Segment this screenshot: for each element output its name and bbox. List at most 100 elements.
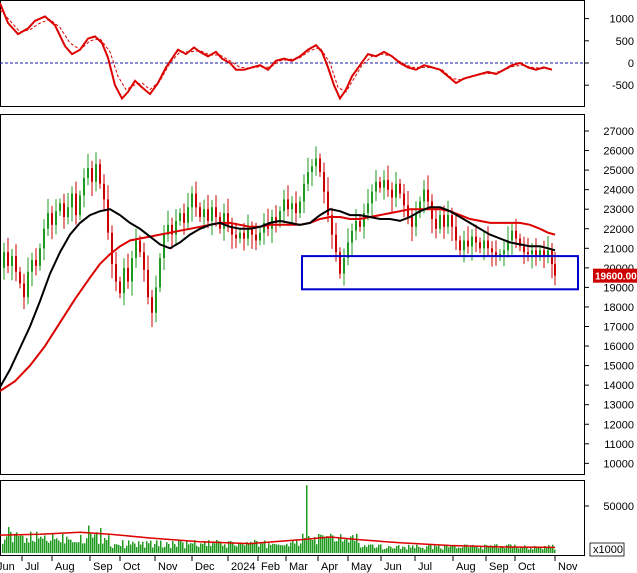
price-tick-label: 22000: [603, 224, 634, 236]
candle-body: [147, 269, 149, 298]
candle-body: [131, 258, 133, 282]
volume-bar: [540, 547, 542, 553]
candle-body: [299, 201, 301, 214]
volume-bar: [72, 542, 74, 553]
volume-tick-label: 50000: [603, 501, 634, 513]
volume-bar: [482, 549, 484, 553]
volume-bar: [196, 545, 198, 553]
candle-body: [475, 236, 477, 243]
candle-body: [323, 172, 325, 192]
volume-bar: [454, 545, 456, 553]
oscillator-y-axis: 1000 500 0 -500: [584, 14, 634, 92]
volume-bar: [356, 533, 358, 553]
volume-bar: [20, 534, 22, 553]
volume-bar: [378, 544, 380, 553]
candle-body: [455, 226, 457, 241]
volume-bar: [424, 549, 426, 553]
volume-bar: [124, 548, 126, 553]
volume-bar: [88, 525, 90, 553]
volume-bar: [468, 547, 470, 553]
volume-bar: [244, 545, 246, 553]
oscillator-main-line: [0, 2, 553, 101]
candle-body: [87, 168, 89, 178]
candle-body: [435, 219, 437, 229]
candle-body: [411, 217, 413, 227]
volume-bar: [338, 538, 340, 553]
candle-body: [191, 193, 193, 208]
candle-body: [107, 199, 109, 233]
candle-body: [479, 242, 481, 249]
volume-bar: [252, 542, 254, 553]
volume-bar: [152, 547, 154, 553]
volume-bar: [98, 543, 100, 553]
candle-body: [487, 240, 489, 249]
last-price-label: 19600.00: [595, 272, 637, 283]
candle-body: [83, 177, 85, 196]
volume-bar: [202, 543, 204, 553]
candle-body: [483, 240, 485, 249]
volume-bar: [258, 546, 260, 553]
volume-bar: [146, 541, 148, 553]
volume-bar: [74, 542, 76, 553]
price-tick-label: 24000: [603, 185, 634, 197]
x-tick-label: Mar: [289, 561, 308, 573]
volume-bar: [342, 541, 344, 553]
volume-bar: [204, 541, 206, 553]
candle-body: [291, 203, 293, 210]
candle-body: [399, 183, 401, 194]
panel-frames: [0, 0, 585, 556]
candle-body: [319, 158, 321, 173]
volume-bar: [116, 544, 118, 553]
volume-bar: [444, 545, 446, 553]
volume-bar: [254, 539, 256, 553]
x-tick-label: Oct: [518, 561, 535, 573]
volume-bar: [346, 538, 348, 553]
volume-bar: [102, 543, 104, 553]
volume-bar: [22, 535, 24, 553]
candle-body: [239, 232, 241, 239]
price-tick-label: 21000: [603, 243, 634, 255]
oscillator-tick-label: 1000: [610, 14, 634, 26]
stock-chart: 1000 500 0 -500 27000 26000 25000 24000 23000 22…: [0, 0, 637, 573]
candle-body: [91, 168, 93, 182]
candle-body: [383, 179, 385, 188]
volume-bar: [438, 545, 440, 553]
volume-bar: [478, 548, 480, 553]
volume-bar: [426, 546, 428, 553]
volume-bar: [354, 540, 356, 553]
volume-bar: [184, 548, 186, 553]
volume-bar: [510, 544, 512, 553]
candle-body: [515, 230, 517, 239]
volume-bar: [226, 547, 228, 553]
volume-bar: [360, 547, 362, 553]
volume-bar: [70, 539, 72, 553]
volume-bar: [120, 546, 122, 553]
oscillator-tick-label: -500: [612, 80, 634, 92]
candle-body: [243, 232, 245, 239]
volume-bar: [214, 543, 216, 553]
candle-body: [119, 281, 121, 294]
volume-bar: [166, 542, 168, 553]
price-tick-label: 14000: [603, 380, 634, 392]
volume-bar: [164, 546, 166, 553]
volume-bar: [220, 543, 222, 553]
volume-bar: [236, 546, 238, 553]
volume-bar: [110, 546, 112, 553]
volume-bar: [362, 546, 364, 553]
volume-bar: [40, 536, 42, 553]
volume-bar: [96, 532, 98, 553]
volume-bar: [496, 544, 498, 553]
volume-bar: [14, 533, 16, 553]
volume-bar: [58, 540, 60, 553]
volume-bar: [288, 546, 290, 553]
candle-body: [15, 256, 17, 272]
candle-body: [179, 213, 181, 221]
price-tick-label: 12000: [603, 419, 634, 431]
volume-bar: [372, 544, 374, 553]
volume-bar: [358, 542, 360, 553]
volume-bar: [68, 539, 70, 553]
candle-body: [95, 164, 97, 182]
x-tick-label: May: [351, 561, 372, 573]
volume-bar: [86, 538, 88, 553]
volume-bar: [450, 545, 452, 553]
